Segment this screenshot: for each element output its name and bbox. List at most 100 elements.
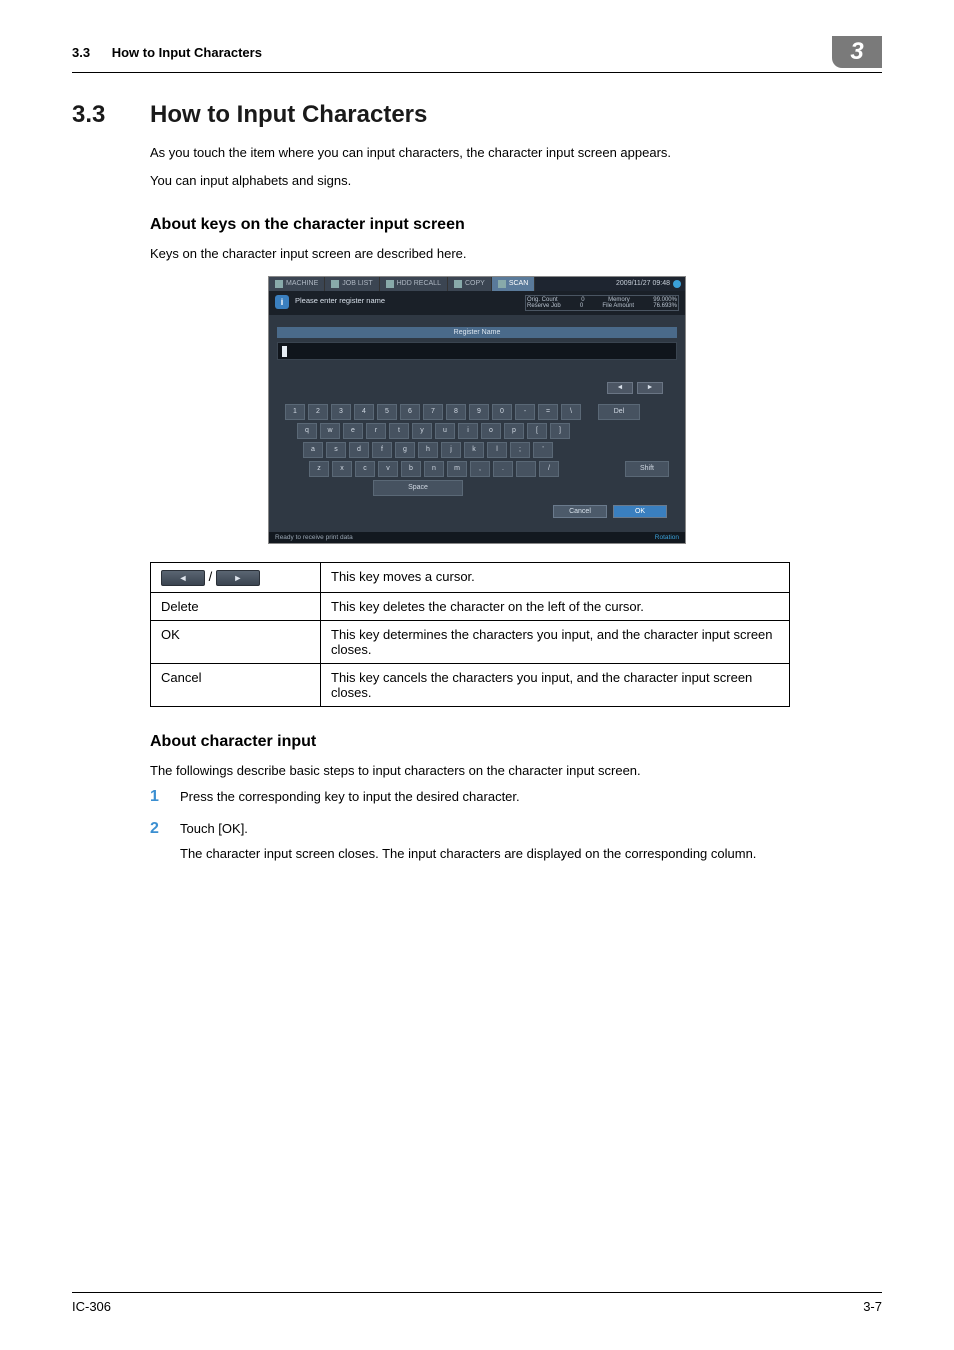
key-9[interactable]: 9: [469, 404, 489, 420]
message-text: Please enter register name: [295, 295, 519, 305]
key-equals[interactable]: =: [538, 404, 558, 420]
sub1-para: Keys on the character input screen are d…: [150, 244, 882, 264]
key-c[interactable]: c: [355, 461, 375, 477]
key-1[interactable]: 1: [285, 404, 305, 420]
tab-copy[interactable]: COPY: [448, 277, 492, 291]
hdd-icon: [386, 280, 394, 288]
key-d[interactable]: d: [349, 442, 369, 458]
key-shift[interactable]: Shift: [625, 461, 669, 477]
key-p[interactable]: p: [504, 423, 524, 439]
list-icon: [331, 280, 339, 288]
key-l[interactable]: l: [487, 442, 507, 458]
key-comma[interactable]: ,: [470, 461, 490, 477]
arrow-right-icon: ►: [216, 570, 260, 586]
status-box: Orig. Count 0 Memory 99.000% Reserve Job…: [525, 295, 679, 311]
key-f[interactable]: f: [372, 442, 392, 458]
cursor-left-button[interactable]: ◄: [607, 382, 633, 394]
key-del[interactable]: Del: [598, 404, 640, 420]
key-s[interactable]: s: [326, 442, 346, 458]
key-g[interactable]: g: [395, 442, 415, 458]
key-apostrophe[interactable]: ': [533, 442, 553, 458]
key-v[interactable]: v: [378, 461, 398, 477]
intro-para-2: You can input alphabets and signs.: [150, 171, 882, 191]
arrow-separator: /: [209, 569, 213, 584]
key-blank[interactable]: [516, 461, 536, 477]
page-footer: IC-306 3-7: [72, 1292, 882, 1314]
statusbar-text: Ready to receive print data: [275, 534, 353, 541]
key-4[interactable]: 4: [354, 404, 374, 420]
key-5[interactable]: 5: [377, 404, 397, 420]
key-z[interactable]: z: [309, 461, 329, 477]
key-y[interactable]: y: [412, 423, 432, 439]
copy-icon: [454, 280, 462, 288]
subheading-keys: About keys on the character input screen: [150, 216, 882, 234]
reserve-label: Reserve Job: [527, 303, 561, 309]
key-bracket-right[interactable]: ]: [550, 423, 570, 439]
tab-scan[interactable]: SCAN: [492, 277, 535, 291]
key-m[interactable]: m: [447, 461, 467, 477]
tab-joblist[interactable]: JOB LIST: [325, 277, 379, 291]
reserve-value: 0: [580, 303, 583, 309]
scan-icon: [498, 280, 506, 288]
page-header: 3.3 How to Input Characters 3: [72, 36, 882, 73]
key-n[interactable]: n: [424, 461, 444, 477]
info-icon: i: [275, 295, 289, 309]
table-cell-ok: OK: [151, 620, 321, 663]
key-u[interactable]: u: [435, 423, 455, 439]
ok-button[interactable]: OK: [613, 505, 667, 518]
machine-icon: [275, 280, 283, 288]
arrow-left-icon: ◄: [161, 570, 205, 586]
key-o[interactable]: o: [481, 423, 501, 439]
step-2-sub: The character input screen closes. The i…: [180, 846, 882, 861]
intro-para-1: As you touch the item where you can inpu…: [150, 143, 882, 163]
subheading-input: About character input: [150, 733, 882, 751]
key-i[interactable]: i: [458, 423, 478, 439]
key-semicolon[interactable]: ;: [510, 442, 530, 458]
register-name-title: Register Name: [277, 327, 677, 338]
key-period[interactable]: .: [493, 461, 513, 477]
key-2[interactable]: 2: [308, 404, 328, 420]
key-h[interactable]: h: [418, 442, 438, 458]
key-t[interactable]: t: [389, 423, 409, 439]
cursor-right-button[interactable]: ►: [637, 382, 663, 394]
register-name-input[interactable]: [277, 342, 677, 360]
step-1-text: Press the corresponding key to input the…: [180, 789, 520, 804]
key-8[interactable]: 8: [446, 404, 466, 420]
key-minus[interactable]: -: [515, 404, 535, 420]
key-e[interactable]: e: [343, 423, 363, 439]
key-0[interactable]: 0: [492, 404, 512, 420]
key-6[interactable]: 6: [400, 404, 420, 420]
tab-joblist-label: JOB LIST: [342, 280, 372, 287]
tab-hddrecall[interactable]: HDD RECALL: [380, 277, 448, 291]
key-3[interactable]: 3: [331, 404, 351, 420]
key-w[interactable]: w: [320, 423, 340, 439]
key-slash[interactable]: /: [539, 461, 559, 477]
key-b[interactable]: b: [401, 461, 421, 477]
chapter-badge: 3: [832, 36, 882, 68]
footer-left: IC-306: [72, 1299, 111, 1314]
tab-machine-label: MACHINE: [286, 280, 318, 287]
datetime: 2009/11/27 09:48: [616, 280, 670, 287]
section-title: How to Input Characters: [150, 101, 427, 129]
key-space[interactable]: Space: [373, 480, 463, 496]
cancel-button[interactable]: Cancel: [553, 505, 607, 518]
clock-icon: [673, 280, 681, 288]
sub2-para: The followings describe basic steps to i…: [150, 761, 882, 781]
key-q[interactable]: q: [297, 423, 317, 439]
key-a[interactable]: a: [303, 442, 323, 458]
key-j[interactable]: j: [441, 442, 461, 458]
key-r[interactable]: r: [366, 423, 386, 439]
key-k[interactable]: k: [464, 442, 484, 458]
step-2-num: 2: [150, 820, 180, 838]
table-cell-ok-desc: This key determines the characters you i…: [321, 620, 790, 663]
tab-hddrecall-label: HDD RECALL: [397, 280, 441, 287]
tab-machine[interactable]: MACHINE: [269, 277, 325, 291]
file-amount-label: File Amount: [602, 303, 634, 309]
footer-right: 3-7: [863, 1299, 882, 1314]
table-cell-arrows: ◄ / ►: [151, 562, 321, 592]
key-backslash[interactable]: \: [561, 404, 581, 420]
device-screenshot: MACHINE JOB LIST HDD RECALL COPY SCAN 20…: [268, 276, 686, 544]
key-7[interactable]: 7: [423, 404, 443, 420]
key-x[interactable]: x: [332, 461, 352, 477]
key-bracket-left[interactable]: [: [527, 423, 547, 439]
